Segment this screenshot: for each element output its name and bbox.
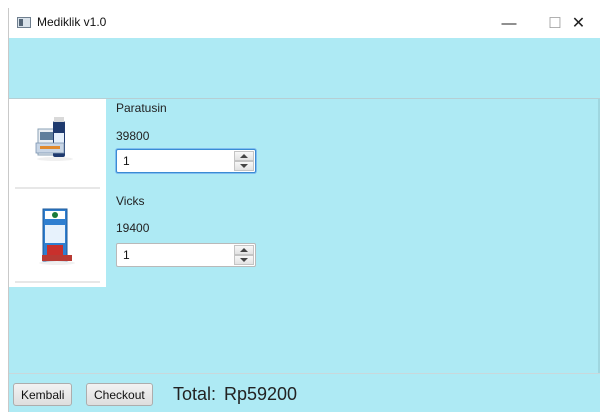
spinner-buttons <box>234 245 254 265</box>
product-list[interactable]: Paratusin 39800 1 Vicks 19400 1 <box>9 98 600 374</box>
image-caption-line <box>15 187 100 189</box>
product-image-vicks <box>9 193 106 287</box>
app-window: Mediklik v1.0 — ☐ ✕ Paratusin 39800 1 Vi… <box>8 8 600 412</box>
product-price: 19400 <box>116 221 150 235</box>
minimize-button[interactable]: — <box>486 8 532 38</box>
product-price: 39800 <box>116 129 150 143</box>
window-title: Mediklik v1.0 <box>37 15 107 29</box>
total-label: Total: <box>173 384 217 404</box>
thumbnail-column <box>9 99 106 287</box>
quantity-value[interactable]: 1 <box>123 248 130 262</box>
vicks-box-icon <box>39 208 75 265</box>
increment-button[interactable] <box>234 151 254 161</box>
total-value: Rp59200 <box>224 384 298 404</box>
title-bar[interactable]: Mediklik v1.0 — ☐ ✕ <box>9 8 600 38</box>
decrement-button[interactable] <box>234 161 254 171</box>
product-name: Paratusin <box>116 101 167 115</box>
increment-button[interactable] <box>234 245 254 255</box>
product-image-paratusin <box>9 99 106 193</box>
arrow-up-icon <box>240 248 248 252</box>
spinner-buttons <box>234 151 254 171</box>
footer-bar: Kembali Checkout Total: Rp59200 <box>9 378 600 412</box>
decrement-button[interactable] <box>234 255 254 265</box>
checkout-button[interactable]: Checkout <box>86 383 153 406</box>
product-name: Vicks <box>116 194 145 208</box>
quantity-spinner[interactable]: 1 <box>116 243 256 267</box>
paratusin-box-icon <box>35 117 73 161</box>
app-icon <box>17 17 31 28</box>
quantity-spinner[interactable]: 1 <box>116 149 256 173</box>
content-area: Paratusin 39800 1 Vicks 19400 1 Kembali … <box>9 38 600 412</box>
arrow-down-icon <box>240 164 248 168</box>
arrow-up-icon <box>240 154 248 158</box>
arrow-down-icon <box>240 258 248 262</box>
image-caption-line <box>15 281 100 283</box>
quantity-value[interactable]: 1 <box>123 154 130 168</box>
back-button[interactable]: Kembali <box>13 383 73 406</box>
close-button[interactable]: ✕ <box>556 8 600 38</box>
